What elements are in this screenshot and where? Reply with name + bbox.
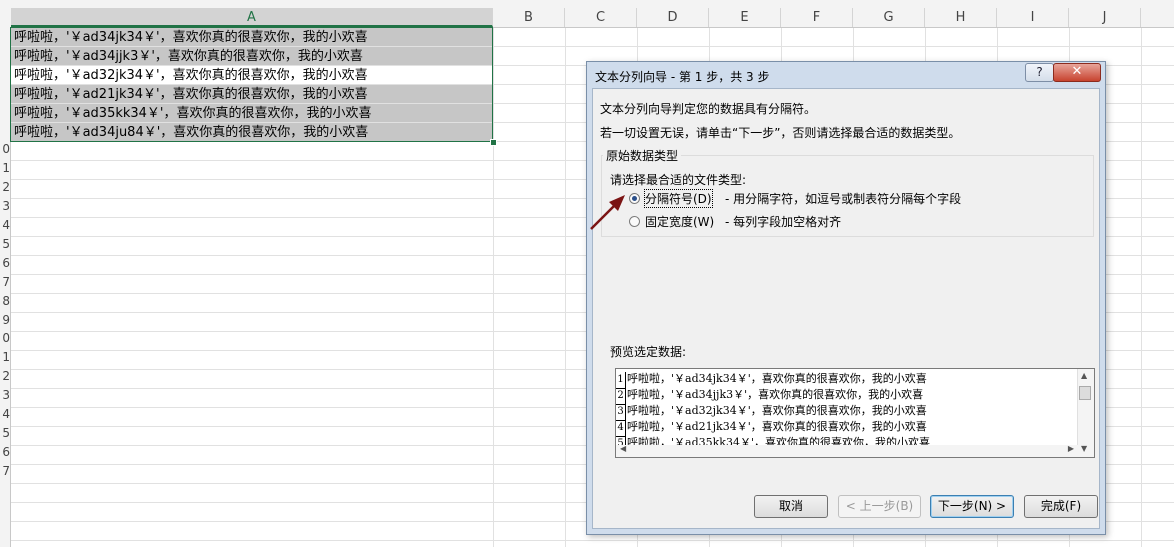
cell-a5[interactable]: 呼啦啦，'￥ad35kk34￥'，喜欢你真的很喜欢你，我的小欢喜 [11, 104, 493, 123]
row-number[interactable]: 9 [0, 311, 10, 330]
gridline-vertical [493, 28, 494, 547]
preview-row-text: 呼啦啦，'￥ad34jk34￥'，喜欢你真的很喜欢你，我的小欢喜 [627, 372, 927, 385]
preview-row: 3 呼啦啦，'￥ad32jk34￥'，喜欢你真的很喜欢你，我的小欢喜 [616, 403, 927, 421]
fixed-width-radio[interactable] [629, 216, 640, 227]
group-prompt: 请选择最合适的文件类型: [610, 173, 747, 187]
row-number[interactable]: 0 [0, 329, 10, 348]
fixed-width-description: - 每列字段加空格对齐 [725, 215, 842, 229]
cell-a1[interactable]: 呼啦啦，'￥ad34jk34￥'，喜欢你真的很喜欢你，我的小欢喜 [11, 28, 493, 47]
row-number[interactable]: 4 [0, 405, 10, 424]
row-number[interactable]: 6 [0, 443, 10, 462]
fixed-width-label[interactable]: 固定宽度(W) [645, 213, 714, 230]
delimited-radio[interactable] [629, 193, 640, 204]
row-number[interactable]: 5 [0, 235, 10, 254]
column-header-f[interactable]: F [781, 8, 853, 27]
row-number[interactable] [0, 103, 10, 122]
row-number[interactable]: 1 [0, 348, 10, 367]
row-number[interactable] [0, 65, 10, 84]
dialog-titlebar[interactable]: 文本分列向导 - 第 1 步，共 3 步 ? ✕ [587, 62, 1105, 88]
row-number[interactable]: 3 [0, 386, 10, 405]
fill-handle[interactable] [490, 139, 497, 146]
preview-row: 1 呼啦啦，'￥ad34jk34￥'，喜欢你真的很喜欢你，我的小欢喜 [616, 371, 927, 389]
next-button[interactable]: 下一步(N) > [930, 495, 1014, 518]
row-number[interactable]: 7 [0, 273, 10, 292]
scroll-thumb[interactable] [1079, 386, 1091, 400]
column-header-a[interactable]: A [11, 8, 493, 27]
row-number[interactable]: 6 [0, 254, 10, 273]
cell-a3-active[interactable]: 呼啦啦，'￥ad32jk34￥'，喜欢你真的很喜欢你，我的小欢喜 [11, 66, 493, 85]
help-button[interactable]: ? [1025, 63, 1054, 82]
text-to-columns-dialog: 文本分列向导 - 第 1 步，共 3 步 ? ✕ 文本分列向导判定您的数据具有分… [586, 61, 1106, 535]
scroll-up-icon[interactable]: ▲ [1081, 371, 1087, 380]
preview-vertical-scrollbar[interactable]: ▲ ▼ [1077, 369, 1094, 457]
gridline-horizontal [11, 46, 1174, 47]
finish-button[interactable]: 完成(F) [1024, 495, 1098, 518]
row-number[interactable] [0, 122, 10, 141]
delimited-label[interactable]: 分隔符号(D) [644, 189, 713, 208]
red-arrow-annotation [590, 195, 625, 230]
delimited-description: - 用分隔字符，如逗号或制表符分隔每个字段 [725, 192, 962, 206]
row-number[interactable]: 8 [0, 292, 10, 311]
arrow-shaft [590, 203, 617, 230]
preview-row-text: 呼啦啦，'￥ad34jjk3￥'，喜欢你真的很喜欢你，我的小欢喜 [627, 388, 924, 401]
row-number[interactable]: 0 [0, 140, 10, 159]
row-number[interactable]: 2 [0, 178, 10, 197]
dialog-body: 文本分列向导判定您的数据具有分隔符。 若一切设置无误，请单击“下一步”，否则请选… [590, 88, 1100, 529]
row-header-column: 012345678901234567 [0, 27, 11, 547]
scroll-down-icon[interactable]: ▼ [1081, 444, 1087, 453]
column-header-i[interactable]: I [997, 8, 1069, 27]
column-header-g[interactable]: G [853, 8, 925, 27]
dialog-title: 文本分列向导 - 第 1 步，共 3 步 [595, 70, 770, 84]
scroll-right-icon[interactable]: ▶ [1068, 444, 1074, 453]
preview-row: 2 呼啦啦，'￥ad34jjk3￥'，喜欢你真的很喜欢你，我的小欢喜 [616, 387, 924, 405]
column-header-row: A B C D E F G H I J [0, 8, 1174, 28]
column-header-h[interactable]: H [925, 8, 997, 27]
row-number[interactable]: 1 [0, 159, 10, 178]
column-header-j[interactable]: J [1069, 8, 1141, 27]
scroll-left-icon[interactable]: ◀ [620, 444, 626, 453]
cell-a6[interactable]: 呼啦啦，'￥ad34ju84￥'，喜欢你真的很喜欢你，我的小欢喜 [11, 123, 493, 142]
column-header-b[interactable]: B [493, 8, 565, 27]
gridline-vertical [565, 28, 566, 547]
column-header-e[interactable]: E [709, 8, 781, 27]
preview-row: 4 呼啦啦，'￥ad21jk34￥'，喜欢你真的很喜欢你，我的小欢喜 [616, 419, 927, 437]
gridline-horizontal [11, 540, 1174, 541]
cell-a2[interactable]: 呼啦啦，'￥ad34jjk3￥'，喜欢你真的很喜欢你，我的小欢喜 [11, 47, 493, 66]
intro-text: 文本分列向导判定您的数据具有分隔符。 [600, 102, 817, 116]
row-number[interactable] [0, 46, 10, 65]
instruction-text: 若一切设置无误，请单击“下一步”，否则请选择最合适的数据类型。 [600, 126, 961, 140]
cancel-button[interactable]: 取消 [754, 495, 828, 518]
row-number[interactable] [0, 27, 10, 46]
preview-label: 预览选定数据: [610, 345, 687, 359]
preview-horizontal-scrollbar[interactable]: ◀ ▶ [616, 444, 1078, 457]
row-number[interactable]: 2 [0, 367, 10, 386]
group-title: 原始数据类型 [603, 147, 682, 164]
row-number[interactable]: 4 [0, 216, 10, 235]
row-number[interactable] [0, 84, 10, 103]
gridline-vertical [1141, 28, 1142, 547]
row-number[interactable]: 5 [0, 424, 10, 443]
back-button[interactable]: < 上一步(B) [838, 495, 921, 518]
column-header-c[interactable]: C [565, 8, 637, 27]
cell-a4[interactable]: 呼啦啦，'￥ad21jk34￥'，喜欢你真的很喜欢你，我的小欢喜 [11, 85, 493, 104]
row-number[interactable]: 3 [0, 197, 10, 216]
preview-row-text: 呼啦啦，'￥ad21jk34￥'，喜欢你真的很喜欢你，我的小欢喜 [627, 420, 927, 433]
row-number[interactable]: 7 [0, 462, 10, 481]
column-header-d[interactable]: D [637, 8, 709, 27]
preview-pane[interactable]: 1 呼啦啦，'￥ad34jk34￥'，喜欢你真的很喜欢你，我的小欢喜 2 呼啦啦，'… [615, 368, 1095, 458]
preview-row-text: 呼啦啦，'￥ad32jk34￥'，喜欢你真的很喜欢你，我的小欢喜 [627, 404, 927, 417]
close-button[interactable]: ✕ [1053, 63, 1101, 82]
